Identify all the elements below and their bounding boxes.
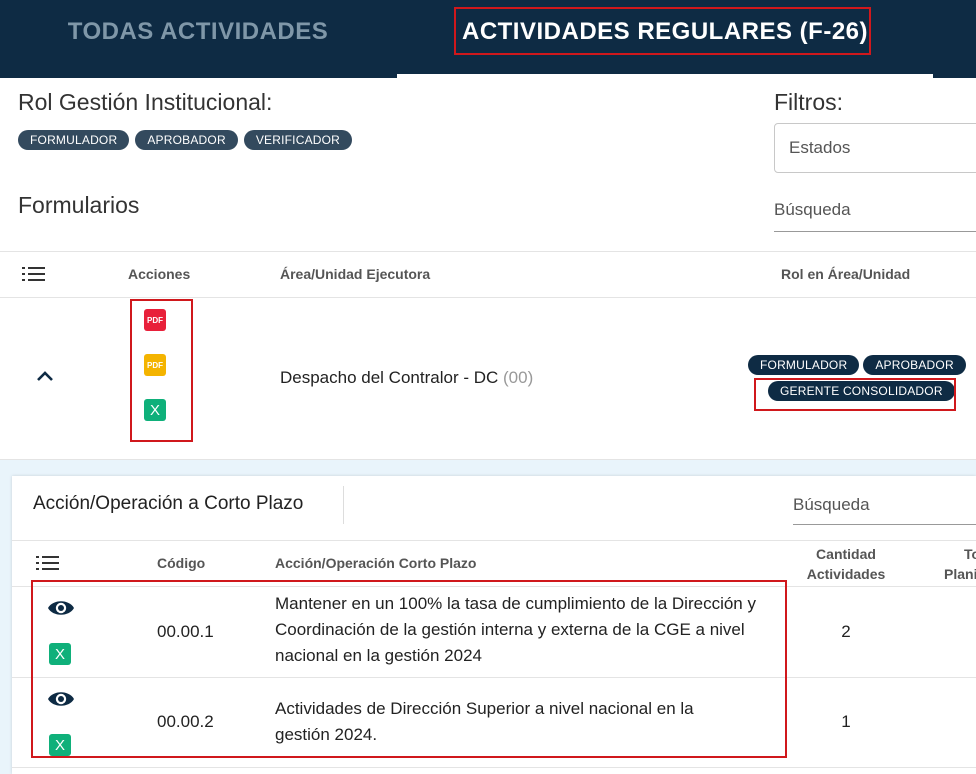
- area-role-chip-aprobador: APROBADOR: [863, 355, 966, 375]
- role-chip-verificador: VERIFICADOR: [243, 130, 353, 150]
- subtable-col-total-line2: Plani: [944, 566, 976, 582]
- area-role-chips-2: GERENTE CONSOLIDADOR: [768, 381, 955, 401]
- role-chip-aprobador: APROBADOR: [135, 130, 238, 150]
- subtable-title: Acción/Operación a Corto Plazo: [33, 493, 304, 514]
- states-select[interactable]: Estados: [774, 123, 976, 173]
- row-action-text: Mantener en un 100% la tasa de cumplimie…: [275, 594, 756, 665]
- row-activity-count: 1: [841, 712, 851, 731]
- subtable-col-cantidad-line1: Cantidad: [816, 546, 876, 562]
- states-select-placeholder: Estados: [789, 138, 851, 157]
- subtable-list-icon[interactable]: [36, 556, 60, 572]
- role-chip-group: FORMULADOR APROBADOR VERIFICADOR: [18, 130, 353, 150]
- subtable-col-cantidad: Cantidad Actividades: [787, 544, 905, 584]
- chevron-up-icon[interactable]: [35, 369, 55, 383]
- area-role-chip-formulador: FORMULADOR: [748, 355, 860, 375]
- view-eye-icon[interactable]: [47, 598, 75, 618]
- pdf-summary-icon[interactable]: PDF: [144, 354, 166, 376]
- row-code: 00.00.1: [157, 622, 214, 641]
- excel-download-icon[interactable]: X: [49, 643, 71, 665]
- col-header-area[interactable]: Área/Unidad Ejecutora: [280, 266, 430, 282]
- area-unit-name: Despacho del Contralor - DC (00): [280, 368, 533, 388]
- subtable-col-total: To Plani: [940, 544, 976, 584]
- tab-todas-actividades[interactable]: TODAS ACTIVIDADES: [0, 0, 396, 64]
- col-header-rol: Rol en Área/Unidad: [781, 266, 911, 282]
- view-eye-icon[interactable]: [47, 689, 75, 709]
- tab-actividades-regulares[interactable]: ACTIVIDADES REGULARES (F-26): [397, 0, 933, 64]
- row-code: 00.00.2: [157, 712, 214, 731]
- forms-title: Formularios: [18, 192, 140, 218]
- subtable-search-placeholder: Búsqueda: [793, 495, 870, 514]
- subtable-bottom-divider: [12, 767, 976, 768]
- row-activity-count: 2: [841, 622, 851, 641]
- subtable-header-divider: [12, 586, 976, 587]
- active-tab-indicator: [397, 74, 933, 78]
- top-tab-bar: TODAS ACTIVIDADES ACTIVIDADES REGULARES …: [0, 0, 976, 78]
- subtable-row-divider: [12, 677, 976, 678]
- subtable-col-codigo: Código: [157, 555, 206, 571]
- subtable-title-separator: [343, 486, 344, 524]
- subtable-search-input[interactable]: Búsqueda: [793, 495, 976, 525]
- area-role-chips: FORMULADOR APROBADOR: [748, 355, 966, 375]
- area-unit-label: Despacho del Contralor - DC: [280, 368, 499, 387]
- col-header-acciones: Acciones: [128, 266, 191, 282]
- area-unit-code: (00): [503, 368, 534, 387]
- table-top-divider: [0, 251, 976, 252]
- row-action-text: Actividades de Dirección Superior a nive…: [275, 699, 694, 744]
- pdf-download-icon[interactable]: PDF: [144, 309, 166, 331]
- excel-download-icon[interactable]: X: [49, 734, 71, 756]
- excel-download-icon[interactable]: X: [144, 399, 166, 421]
- subtable-col-total-line1: To: [964, 546, 976, 562]
- forms-search-input[interactable]: Búsqueda: [774, 200, 976, 232]
- table-header-divider: [0, 297, 976, 298]
- subtable-top-divider: [12, 540, 976, 541]
- role-chip-formulador: FORMULADOR: [18, 130, 130, 150]
- subtable-col-accion: Acción/Operación Corto Plazo: [275, 555, 477, 571]
- role-title: Rol Gestión Institucional:: [18, 89, 273, 115]
- area-role-chip-gerente-consolidador: GERENTE CONSOLIDADOR: [768, 381, 955, 401]
- forms-search-placeholder: Búsqueda: [774, 200, 851, 219]
- filters-title: Filtros:: [774, 89, 843, 115]
- column-list-icon[interactable]: [22, 266, 46, 282]
- subtable-col-cantidad-line2: Actividades: [806, 566, 886, 582]
